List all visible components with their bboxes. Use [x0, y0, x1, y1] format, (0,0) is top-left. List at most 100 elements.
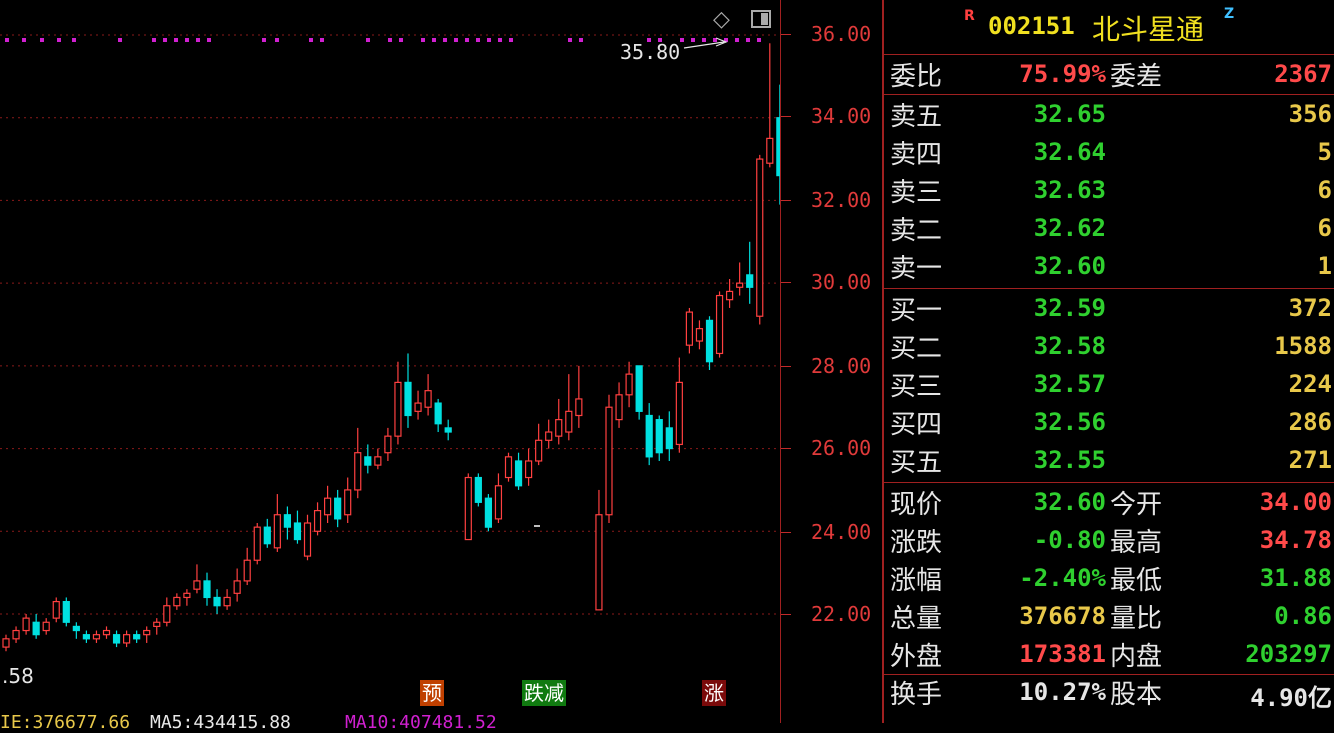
stock-header[interactable]: R 002151 北斗星通 Z: [884, 0, 1334, 52]
commission-diff-label: 委差: [1110, 62, 1163, 92]
signal-dot: [174, 38, 178, 42]
sell-level-volume: 5: [1317, 138, 1332, 166]
y-tick-label: 32.00: [811, 188, 872, 212]
candle-up: [223, 596, 231, 607]
candle-up: [42, 621, 50, 632]
candle-up: [102, 629, 111, 636]
candle-down: [62, 600, 70, 623]
panel-toggle-icon[interactable]: [751, 10, 771, 28]
signal-dot: [680, 38, 684, 42]
price-chart[interactable]: ◇ 35.80 .58 预 跌减 涨 IE:376677.66 MA5:4344…: [0, 0, 784, 733]
signal-marker-yu[interactable]: 预: [420, 680, 444, 706]
quote-value: 173381: [1019, 640, 1106, 668]
quote-label: 涨跌: [890, 528, 943, 558]
candle-down: [203, 580, 211, 599]
sell-level-label: 卖二: [890, 216, 943, 246]
candle-up: [193, 580, 201, 590]
sell-level-row[interactable]: 卖四 32.64 5: [884, 134, 1334, 172]
candle-up: [736, 282, 744, 288]
signal-dot: [72, 38, 76, 42]
candle-up: [595, 514, 603, 611]
sell-level-price: 32.60: [1033, 252, 1106, 280]
signal-dot: [757, 38, 761, 42]
left-price-label: .58: [2, 664, 34, 688]
signal-marker-zhang[interactable]: 涨: [702, 680, 726, 706]
quote-row: 现价 32.60 今开 34.00: [884, 484, 1334, 522]
candle-down: [82, 634, 91, 640]
sell-level-price: 32.64: [1033, 138, 1106, 166]
r-badge: R: [964, 8, 975, 24]
signal-dot: [568, 38, 572, 42]
signal-dot: [185, 38, 189, 42]
sell-level-price: 32.63: [1033, 176, 1106, 204]
quote-value: 376678: [1019, 602, 1106, 630]
sell-level-row[interactable]: 卖二 32.62 6: [884, 210, 1334, 248]
candle-down: [645, 414, 653, 458]
quote-panel: R 002151 北斗星通 Z 委比 75.99% 委差 2367 卖五 32.6…: [882, 0, 1334, 723]
candle-down: [133, 634, 141, 640]
buy-level-row[interactable]: 买五 32.55 271: [884, 442, 1334, 480]
buy-level-label: 买四: [890, 410, 943, 440]
candle-down: [293, 522, 302, 541]
candle-up: [183, 592, 191, 599]
sell-level-row[interactable]: 卖一 32.60 1: [884, 248, 1334, 286]
commission-ratio-label: 委比: [890, 62, 943, 92]
sell-level-row[interactable]: 卖三 32.63 6: [884, 172, 1334, 210]
z-badge: Z: [1224, 6, 1235, 22]
candle-up: [122, 634, 131, 644]
commission-ratio-value: 75.99%: [1019, 60, 1106, 88]
buy-level-row[interactable]: 买二 32.58 1588: [884, 328, 1334, 366]
signal-dot: [163, 38, 167, 42]
quote-row: 换手 10.27% 股本 4.90亿: [884, 674, 1334, 712]
signal-dot: [366, 38, 370, 42]
candle-up: [565, 410, 573, 433]
signal-dot: [196, 38, 200, 42]
quote-label: 涨幅: [890, 566, 943, 596]
candle-up: [303, 522, 312, 557]
buy-level-volume: 1588: [1274, 332, 1332, 360]
candle-down: [32, 621, 40, 636]
candle-down: [72, 625, 80, 632]
candle-up: [766, 137, 774, 164]
sell-level-volume: 1: [1317, 252, 1332, 280]
candle-down: [484, 497, 492, 528]
quote-label: 外盘: [890, 642, 943, 672]
candle-up: [324, 497, 332, 516]
quote-row: 外盘 173381 内盘 203297: [884, 636, 1334, 674]
stock-name: 北斗星通: [1092, 13, 1205, 46]
diamond-icon[interactable]: ◇: [713, 9, 735, 31]
signal-dot: [40, 38, 44, 42]
signal-dot: [487, 38, 491, 42]
candle-up: [524, 460, 533, 479]
quote-label: 最低: [1110, 566, 1163, 596]
candle-up: [625, 373, 633, 396]
sell-level-label: 卖一: [890, 254, 943, 284]
candlestick-chart-svg[interactable]: [0, 0, 784, 723]
buy-level-row[interactable]: 买一 32.59 372: [884, 290, 1334, 328]
buy-level-row[interactable]: 买三 32.57 224: [884, 366, 1334, 404]
signal-dot: [57, 38, 61, 42]
sell-level-row[interactable]: 卖五 32.65 356: [884, 96, 1334, 134]
candle-up: [253, 526, 261, 561]
candle-down: [263, 526, 271, 545]
signal-dot: [432, 38, 436, 42]
candle-down: [434, 402, 442, 425]
sell-level-price: 32.62: [1033, 214, 1106, 242]
signal-dot: [320, 38, 324, 42]
candle-up: [92, 634, 101, 640]
candle-down: [705, 319, 714, 363]
candle-down: [474, 476, 482, 503]
y-tick-label: 36.00: [811, 22, 872, 46]
buy-level-price: 32.57: [1033, 370, 1106, 398]
buy-level-label: 买一: [890, 296, 943, 326]
quote-row: 涨跌 -0.80 最高 34.78: [884, 522, 1334, 560]
signal-dot: [399, 38, 403, 42]
signal-marker-diejian[interactable]: 跌减: [522, 680, 566, 706]
quote-value: -2.40%: [1019, 564, 1106, 592]
candle-up: [273, 514, 281, 549]
quote-value: 10.27%: [1019, 678, 1106, 706]
candle-up: [414, 402, 422, 412]
buy-level-row[interactable]: 买四 32.56 286: [884, 404, 1334, 442]
candle-up: [143, 629, 151, 636]
quote-value: 0.86: [1274, 602, 1332, 630]
